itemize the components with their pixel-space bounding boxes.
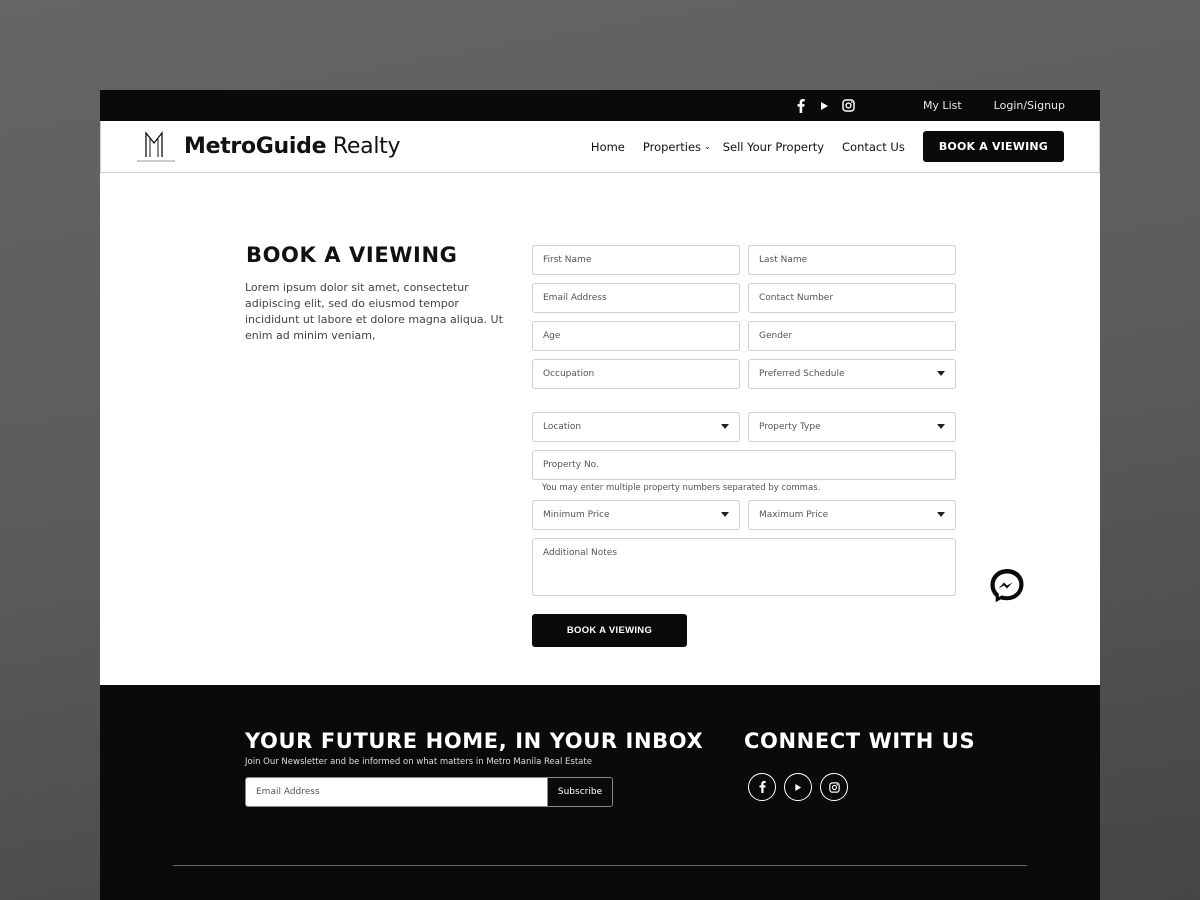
occupation-input[interactable]: Occupation bbox=[532, 359, 740, 389]
book-a-viewing-header-button[interactable]: BOOK A VIEWING bbox=[922, 131, 1064, 162]
property-no-hint: You may enter multiple property numbers … bbox=[542, 483, 821, 493]
first-name-placeholder: First Name bbox=[543, 255, 592, 265]
newsletter-subtitle: Join Our Newsletter and be informed on w… bbox=[245, 757, 592, 767]
brand-name: MetroGuide Realty bbox=[184, 134, 401, 159]
youtube-icon[interactable] bbox=[818, 99, 832, 113]
booking-section: BOOK A VIEWING Lorem ipsum dolor sit ame… bbox=[100, 173, 1100, 685]
last-name-placeholder: Last Name bbox=[759, 255, 808, 265]
occupation-placeholder: Occupation bbox=[543, 369, 595, 379]
additional-notes-textarea[interactable]: Additional Notes bbox=[532, 538, 956, 596]
property-no-input[interactable]: Property No. bbox=[532, 450, 956, 480]
age-placeholder: Age bbox=[543, 331, 561, 341]
location-select[interactable]: Location bbox=[532, 412, 740, 442]
main-header: MetroGuide Realty Home Properties ⌄ Sell … bbox=[100, 121, 1100, 173]
newsletter-email-input[interactable]: Email Address bbox=[246, 778, 547, 806]
preferred-schedule-value: Preferred Schedule bbox=[759, 369, 845, 379]
footer: YOUR FUTURE HOME, IN YOUR INBOX Join Our… bbox=[100, 685, 1100, 900]
intro: BOOK A VIEWING Lorem ipsum dolor sit ame… bbox=[245, 243, 510, 344]
connect-title: CONNECT WITH US bbox=[744, 729, 976, 753]
footer-facebook-button[interactable] bbox=[748, 773, 776, 801]
minimum-price-select[interactable]: Minimum Price bbox=[532, 500, 740, 530]
first-name-input[interactable]: First Name bbox=[532, 245, 740, 275]
topbar-social-links bbox=[794, 98, 856, 113]
caret-down-icon bbox=[721, 512, 729, 517]
connect-section: CONNECT WITH US bbox=[744, 729, 975, 801]
property-no-placeholder: Property No. bbox=[543, 460, 599, 470]
top-bar: My List Login/Signup bbox=[100, 90, 1100, 121]
brand-logo[interactable]: MetroGuide Realty bbox=[136, 129, 401, 165]
additional-notes-placeholder: Additional Notes bbox=[543, 548, 618, 558]
maximum-price-value: Maximum Price bbox=[759, 510, 829, 520]
nav-properties-label: Properties bbox=[642, 139, 702, 154]
newsletter-form: Email Address Subscribe bbox=[245, 777, 613, 807]
property-type-select[interactable]: Property Type bbox=[748, 412, 956, 442]
facebook-icon[interactable] bbox=[794, 98, 808, 113]
gender-input[interactable]: Gender bbox=[748, 321, 956, 351]
gender-placeholder: Gender bbox=[759, 331, 793, 341]
facebook-icon bbox=[759, 781, 766, 793]
my-list-link[interactable]: My List bbox=[923, 99, 962, 112]
newsletter-title: YOUR FUTURE HOME, IN YOUR INBOX bbox=[245, 729, 704, 753]
newsletter-email-placeholder: Email Address bbox=[256, 787, 320, 797]
nav-sell-your-property[interactable]: Sell Your Property bbox=[723, 140, 824, 154]
login-signup-link[interactable]: Login/Signup bbox=[994, 99, 1065, 112]
caret-down-icon bbox=[937, 424, 945, 429]
book-a-viewing-submit-button[interactable]: BOOK A VIEWING bbox=[532, 614, 687, 647]
footer-instagram-button[interactable] bbox=[820, 773, 848, 801]
instagram-icon bbox=[828, 781, 840, 793]
footer-divider bbox=[173, 865, 1027, 866]
email-input[interactable]: Email Address bbox=[532, 283, 740, 313]
nav-contact-us[interactable]: Contact Us bbox=[842, 140, 905, 154]
instagram-icon[interactable] bbox=[842, 99, 856, 113]
logo-mark-icon bbox=[137, 130, 175, 161]
footer-social-links bbox=[748, 773, 975, 801]
messenger-chat-button[interactable] bbox=[986, 565, 1028, 607]
main-nav: Home Properties ⌄ Sell Your Property Cont… bbox=[591, 131, 1064, 162]
contact-number-input[interactable]: Contact Number bbox=[748, 283, 956, 313]
contact-number-placeholder: Contact Number bbox=[759, 293, 834, 303]
page: My List Login/Signup MetroGuide Realty H… bbox=[100, 90, 1100, 900]
youtube-icon bbox=[795, 783, 802, 791]
caret-down-icon bbox=[721, 424, 729, 429]
location-value: Location bbox=[543, 422, 582, 432]
last-name-input[interactable]: Last Name bbox=[748, 245, 956, 275]
subscribe-button[interactable]: Subscribe bbox=[547, 778, 612, 806]
email-placeholder: Email Address bbox=[543, 293, 607, 303]
age-input[interactable]: Age bbox=[532, 321, 740, 351]
intro-description: Lorem ipsum dolor sit amet, consectetur … bbox=[245, 281, 503, 342]
caret-down-icon bbox=[937, 371, 945, 376]
property-type-value: Property Type bbox=[759, 422, 821, 432]
nav-home[interactable]: Home bbox=[591, 140, 625, 154]
page-title: BOOK A VIEWING bbox=[246, 243, 458, 267]
maximum-price-select[interactable]: Maximum Price bbox=[748, 500, 956, 530]
preferred-schedule-select[interactable]: Preferred Schedule bbox=[748, 359, 956, 389]
footer-youtube-button[interactable] bbox=[784, 773, 812, 801]
minimum-price-value: Minimum Price bbox=[543, 510, 610, 520]
newsletter-section: YOUR FUTURE HOME, IN YOUR INBOX Join Our… bbox=[245, 729, 703, 807]
chevron-down-icon: ⌄ bbox=[704, 142, 711, 151]
messenger-icon bbox=[990, 569, 1024, 603]
booking-form: First Name Last Name Email Address Conta… bbox=[532, 245, 956, 647]
caret-down-icon bbox=[937, 512, 945, 517]
nav-properties[interactable]: Properties ⌄ bbox=[643, 140, 711, 154]
